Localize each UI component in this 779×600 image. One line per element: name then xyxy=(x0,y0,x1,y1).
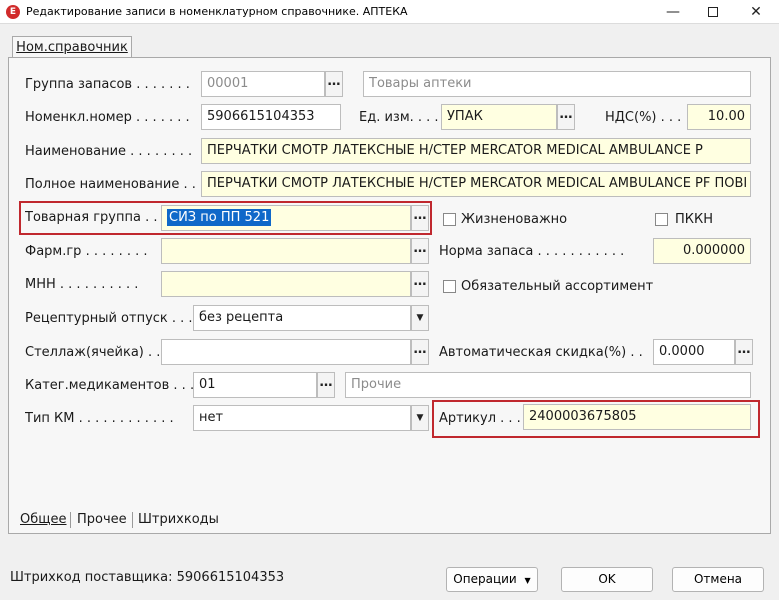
product-group-lookup-button[interactable]: … xyxy=(411,205,429,231)
stock-norm-label: Норма запаса . . . . . . . . . . . xyxy=(439,244,625,259)
stock-group-label: Группа запасов . . . . . . . xyxy=(25,77,190,92)
main-panel: Группа запасов . . . . . . . 00001 … Тов… xyxy=(8,57,771,534)
vital-label: Жизненоважно xyxy=(461,212,568,227)
med-category-name-field: Прочие xyxy=(345,372,751,398)
mnn-input[interactable] xyxy=(161,271,411,297)
product-group-value: СИЗ по ПП 521 xyxy=(167,209,272,226)
maximize-button[interactable] xyxy=(693,2,733,22)
minimize-icon: — xyxy=(666,4,680,20)
ellipsis-icon: … xyxy=(413,208,427,223)
fullname-input[interactable]: ПЕРЧАТКИ СМОТР ЛАТЕКСНЫЕ Н/СТЕР MERCATOR… xyxy=(201,171,751,197)
rack-label: Стеллаж(ячейка) . . xyxy=(25,345,161,360)
tab-barcodes[interactable]: Штрихкоды xyxy=(138,509,219,531)
tab-general[interactable]: Общее xyxy=(20,509,67,531)
mandatory-assortment-label: Обязательный ассортимент xyxy=(461,279,654,294)
km-type-select[interactable]: нет xyxy=(193,405,411,431)
pharm-group-lookup-button[interactable]: … xyxy=(411,238,429,264)
tab-divider xyxy=(70,512,71,528)
stock-group-lookup-button[interactable]: … xyxy=(325,71,343,97)
article-input[interactable]: 2400003675805 xyxy=(523,404,751,430)
ellipsis-icon: … xyxy=(559,107,573,122)
mandatory-assortment-checkbox[interactable] xyxy=(443,280,456,293)
chevron-down-icon: ▼ xyxy=(416,413,424,423)
auto-discount-lookup-button[interactable]: … xyxy=(735,339,753,365)
chevron-down-icon: ▼ xyxy=(524,576,531,585)
pkkn-checkbox[interactable] xyxy=(655,213,668,226)
operations-button[interactable]: Операции ▼ xyxy=(446,567,538,592)
rack-lookup-button[interactable]: … xyxy=(411,339,429,365)
med-category-lookup-button[interactable]: … xyxy=(317,372,335,398)
tab-nomenclature[interactable]: Ном.справочник xyxy=(12,36,132,58)
ellipsis-icon: … xyxy=(413,342,427,357)
stock-norm-input[interactable]: 0.000000 xyxy=(653,238,751,264)
vat-label: НДС(%) . . . xyxy=(605,110,682,125)
ellipsis-icon: … xyxy=(737,342,751,357)
product-group-label: Товарная группа . . xyxy=(25,210,158,225)
rack-input[interactable] xyxy=(161,339,411,365)
nomen-number-input[interactable]: 5906615104353 xyxy=(201,104,341,130)
vat-input[interactable]: 10.00 xyxy=(687,104,751,130)
fullname-label: Полное наименование . . . xyxy=(25,177,201,192)
minimize-button[interactable]: — xyxy=(653,2,693,22)
ellipsis-icon: … xyxy=(327,74,341,89)
mnn-lookup-button[interactable]: … xyxy=(411,271,429,297)
ellipsis-icon: … xyxy=(413,241,427,256)
unit-lookup-button[interactable]: … xyxy=(557,104,575,130)
med-category-code-input[interactable]: 01 xyxy=(193,372,317,398)
cancel-button[interactable]: Отмена xyxy=(672,567,764,592)
vital-checkbox[interactable] xyxy=(443,213,456,226)
title-bar: Е Редактирование записи в номенклатурном… xyxy=(0,0,779,24)
unit-label: Ед. изм. . . . xyxy=(359,110,439,125)
mnn-label: МНН . . . . . . . . . . xyxy=(25,277,139,292)
prescription-select[interactable]: без рецепта xyxy=(193,305,411,331)
supplier-barcode-label: Штрихкод поставщика: 5906615104353 xyxy=(10,570,285,585)
window-title: Редактирование записи в номенклатурном с… xyxy=(26,5,408,18)
ellipsis-icon: … xyxy=(319,375,333,390)
ok-button[interactable]: OK xyxy=(561,567,653,592)
name-label: Наименование . . . . . . . . xyxy=(25,144,193,159)
product-group-input[interactable]: СИЗ по ПП 521 xyxy=(161,205,411,231)
km-type-dropdown-button[interactable]: ▼ xyxy=(411,405,429,431)
prescription-label: Рецептурный отпуск . . . xyxy=(25,311,193,326)
pharm-group-label: Фарм.гр . . . . . . . . xyxy=(25,244,148,259)
operations-label: Операции xyxy=(453,572,517,586)
km-type-label: Тип КМ . . . . . . . . . . . . xyxy=(25,411,174,426)
stock-group-code-input[interactable]: 00001 xyxy=(201,71,325,97)
tab-other[interactable]: Прочее xyxy=(77,509,127,531)
unit-input[interactable]: УПАК xyxy=(441,104,557,130)
chevron-down-icon: ▼ xyxy=(416,313,424,323)
article-label: Артикул . . . xyxy=(439,411,521,426)
pharm-group-input[interactable] xyxy=(161,238,411,264)
ellipsis-icon: … xyxy=(413,274,427,289)
nomen-number-label: Номенкл.номер . . . . . . . xyxy=(25,110,190,125)
close-icon: ✕ xyxy=(750,4,762,20)
close-button[interactable]: ✕ xyxy=(736,2,776,22)
app-icon: Е xyxy=(6,5,20,19)
stock-group-name-field: Товары аптеки xyxy=(363,71,751,97)
auto-discount-input[interactable]: 0.0000 xyxy=(653,339,735,365)
name-input[interactable]: ПЕРЧАТКИ СМОТР ЛАТЕКСНЫЕ Н/СТЕР MERCATOR… xyxy=(201,138,751,164)
prescription-dropdown-button[interactable]: ▼ xyxy=(411,305,429,331)
auto-discount-label: Автоматическая скидка(%) . . xyxy=(439,345,643,360)
maximize-icon xyxy=(708,7,718,17)
pkkn-label: ПККН xyxy=(675,212,714,227)
tab-divider xyxy=(132,512,133,528)
med-category-label: Катег.медикаментов . . . xyxy=(25,378,193,393)
